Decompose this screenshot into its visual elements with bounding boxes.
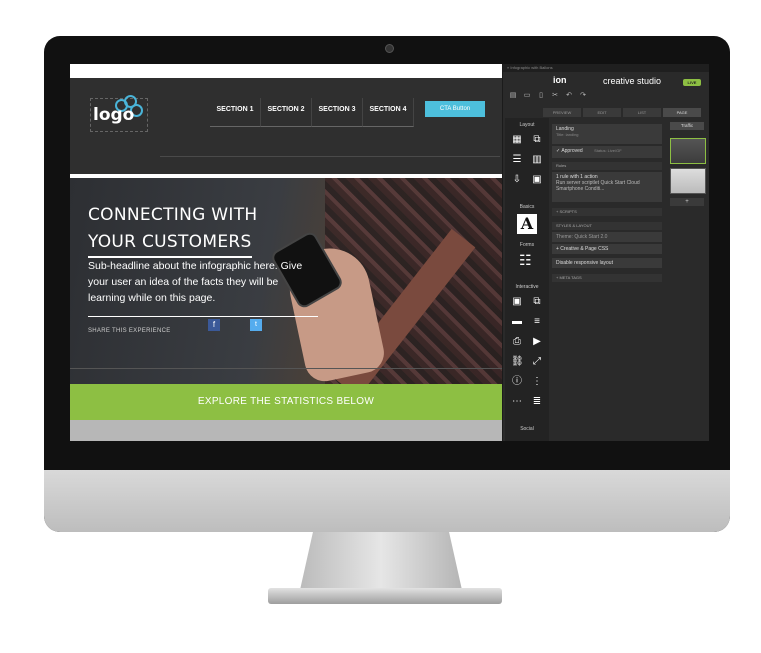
approved-note: Status: Live/GF (594, 148, 622, 153)
tab-list[interactable]: LIST (623, 108, 661, 117)
panel-breadcrumb: » Infographic with Ballons (503, 64, 709, 72)
redo-icon[interactable]: ↷ (579, 92, 587, 100)
nav-section-2[interactable]: SECTION 2 (261, 98, 312, 127)
hero-subheadline: Sub-headline about the infographic here.… (88, 260, 303, 304)
interactive-layers-icon[interactable]: ⧉ (531, 296, 543, 308)
text-a-icon[interactable]: A (517, 214, 537, 234)
menu-icon[interactable]: ≡ (531, 316, 543, 328)
rule-box[interactable]: 1 rule with 1 action Run server scriptle… (552, 172, 662, 202)
panel-toolbar: ▤ ▭ ▯ ✂ ↶ ↷ (509, 92, 587, 100)
link-icon[interactable]: ⛓ (511, 356, 524, 368)
social-label: Social (520, 426, 534, 432)
traffic-tab[interactable]: Traffic (670, 122, 704, 130)
desktop-icon[interactable]: ▭ (523, 92, 531, 100)
monitor-stand-neck (300, 532, 462, 590)
info-icon[interactable]: ⓘ (511, 376, 523, 388)
video-play-icon[interactable]: ▶ (531, 336, 543, 348)
page-thumbnails: Traffic + (666, 118, 708, 441)
camera-icon (385, 44, 394, 53)
approved-label: Approved (561, 148, 583, 154)
responsive-toggle[interactable]: Disable responsive layout (552, 258, 662, 268)
monitor-chin (44, 470, 730, 532)
tab-edit[interactable]: EDIT (583, 108, 621, 117)
layout-rows-icon[interactable]: ☰ (511, 154, 523, 166)
site-logo[interactable]: logo (90, 95, 148, 132)
nav-section-4[interactable]: SECTION 4 (363, 98, 414, 127)
hero-section: CONNECTING WITH YOUR CUSTOMERS Sub-headl… (70, 178, 502, 384)
rule-detail: Run server scriptlet Quick Start Cloud S… (556, 180, 640, 192)
hero-title: CONNECTING WITH YOUR CUSTOMERS (88, 202, 257, 258)
phone-icon[interactable]: ▯ (537, 92, 545, 100)
rules-header: Rules (552, 162, 662, 170)
live-badge: LIVE (683, 79, 701, 86)
tab-preview[interactable]: PREVIEW (543, 108, 581, 117)
hero-divider (70, 368, 502, 369)
hero-title-line-1: CONNECTING WITH (88, 205, 258, 225)
expand-icon[interactable]: ⤢ (531, 356, 543, 368)
nav-section-3[interactable]: SECTION 3 (312, 98, 363, 127)
page-name-box[interactable]: Landing Title: landing (552, 124, 662, 144)
scripts-header[interactable]: + SCRIPTS (552, 208, 662, 216)
layout-grid-icon[interactable]: ▦ (511, 134, 523, 146)
more-horizontal-icon[interactable]: ⋯ (511, 396, 523, 408)
share-row: SHARE THIS EXPERIENCE f t (88, 316, 318, 334)
styles-header: STYLES & LAYOUT (552, 222, 662, 230)
screen: logo SECTION 1 SECTION 2 SECTION 3 SECTI… (70, 64, 709, 441)
twitter-icon[interactable]: t (250, 319, 262, 331)
site-header: logo SECTION 1 SECTION 2 SECTION 3 SECTI… (70, 78, 502, 178)
page-properties: Landing Title: landing ✓ Approved Status… (552, 118, 664, 441)
tab-page[interactable]: PAGE (663, 108, 701, 117)
theme-row[interactable]: Theme: Quick Start 2.0 (552, 232, 662, 242)
css-row[interactable]: + Creative & Page CSS (552, 244, 662, 254)
share-label: SHARE THIS EXPERIENCE (88, 328, 171, 334)
nav-section-1[interactable]: SECTION 1 (210, 98, 261, 127)
forms-label: Forms (519, 242, 535, 248)
components-palette: Layout ▦ ⧉ ☰ ▥ ⇩ ▣ Basics A Forms ☷ Inte… (505, 118, 549, 441)
site-nav: SECTION 1 SECTION 2 SECTION 3 SECTION 4 (210, 98, 414, 127)
folder-icon[interactable]: ▬ (511, 316, 523, 328)
interactive-box-icon[interactable]: ▣ (511, 296, 523, 308)
page-icon[interactable]: ▤ (509, 92, 517, 100)
add-page-button[interactable]: + (670, 198, 704, 206)
layout-screen-icon[interactable]: ▣ (531, 174, 543, 186)
panel-title: creative studio (603, 76, 662, 86)
undo-icon[interactable]: ↶ (565, 92, 573, 100)
basics-label: Basics (519, 204, 535, 210)
page-thumbnail-2[interactable] (670, 168, 706, 194)
print-icon[interactable]: ⎙ (511, 336, 523, 348)
creative-studio-panel: » Infographic with Ballons ion creative … (502, 64, 709, 441)
meta-tags-header[interactable]: + META TAGS (552, 274, 662, 282)
layout-columns-icon[interactable]: ▥ (531, 154, 543, 166)
page-thumbnail-landing[interactable] (670, 138, 706, 164)
stack-icon[interactable]: ≣ (531, 396, 543, 408)
form-list-icon[interactable]: ☷ (519, 253, 532, 267)
layout-label: Layout (519, 122, 535, 128)
monitor-stand-foot (268, 588, 502, 604)
website-preview: logo SECTION 1 SECTION 2 SECTION 3 SECTI… (70, 64, 502, 441)
panel-tabs: PREVIEW EDIT LIST PAGE (543, 108, 701, 117)
preview-top-strip (70, 64, 502, 78)
next-section-strip (70, 420, 502, 441)
more-vertical-icon[interactable]: ⋮ (531, 376, 543, 388)
page-name-sub: Title: landing (556, 132, 579, 137)
layout-stack-icon[interactable]: ⧉ (531, 134, 543, 146)
ion-logo: ion (553, 75, 567, 85)
hero-title-line-2: YOUR CUSTOMERS (88, 229, 252, 258)
interactive-label: Interactive (515, 284, 539, 290)
facebook-icon[interactable]: f (208, 319, 220, 331)
explore-statistics-banner[interactable]: EXPLORE THE STATISTICS BELOW (70, 384, 502, 420)
layout-download-icon[interactable]: ⇩ (511, 174, 523, 186)
cta-button[interactable]: CTA Button (425, 101, 485, 117)
approved-row[interactable]: ✓ Approved Status: Live/GF (552, 146, 662, 158)
scissors-icon[interactable]: ✂ (551, 92, 559, 100)
panel-brand-row: ion creative studio LIVE (503, 74, 709, 90)
header-divider (160, 156, 500, 157)
logo-text: logo (93, 105, 135, 125)
